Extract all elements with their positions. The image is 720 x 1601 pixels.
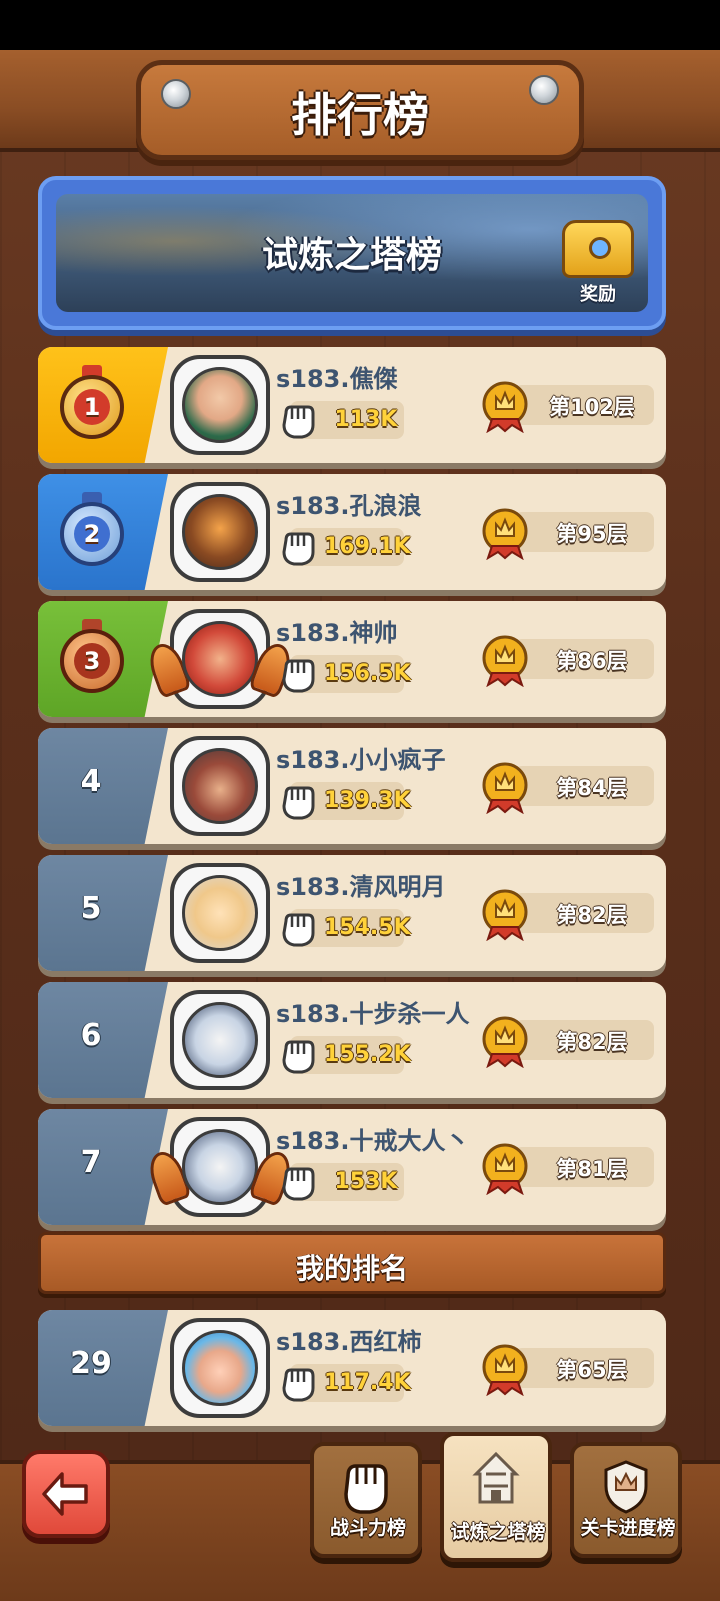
rank-number: 1 [74, 389, 110, 425]
avatar-portrait [182, 1129, 258, 1205]
status-bar [0, 0, 720, 50]
power-value: 154.5K [324, 915, 411, 940]
tab-label: 关卡进度榜 [580, 1517, 676, 1539]
bronze-medal-icon: 3 [56, 619, 128, 699]
power-value: 153K [334, 1169, 398, 1194]
reward-label: 奖励 [580, 284, 616, 305]
back-button[interactable] [22, 1450, 110, 1538]
leaderboard-row[interactable]: 5 s183.清风明月 154.5K 第82层 [38, 855, 666, 971]
floor-value: 第65层 [556, 1358, 628, 1382]
floor-value: 第81层 [556, 1157, 628, 1181]
avatar[interactable] [170, 609, 270, 709]
page-title: 排行榜 [291, 88, 429, 142]
fist-icon [282, 913, 315, 947]
rank-number: 3 [74, 643, 110, 679]
medal-disc: 2 [60, 502, 124, 566]
floor-value: 第102层 [549, 395, 635, 419]
floor-value: 第86层 [556, 649, 628, 673]
leaderboard-row[interactable]: 1 s183.僬傑 113K 第102层 [38, 347, 666, 463]
rank-number: 29 [70, 1346, 112, 1381]
tab-label: 战斗力榜 [329, 1517, 406, 1539]
avatar-portrait [182, 875, 258, 951]
tower-badge-icon [482, 635, 528, 687]
rank-number: 2 [74, 516, 110, 552]
avatar-portrait [182, 621, 258, 697]
avatar[interactable] [170, 863, 270, 963]
shield-icon [604, 1460, 648, 1514]
fist-icon [282, 1167, 315, 1201]
leaderboard-row[interactable]: 2 s183.孔浪浪 169.1K 第95层 [38, 474, 666, 590]
tower-icon [472, 1451, 520, 1504]
fist-icon [344, 1464, 388, 1514]
floor-value: 第82层 [556, 903, 628, 927]
my-rank-row[interactable]: 29 s183.西红柿 117.4K 第65层 [38, 1310, 666, 1426]
avatar[interactable] [170, 1117, 270, 1217]
rank-number: 6 [80, 1018, 102, 1053]
leaderboard-row[interactable]: 7 s183.十戒大人丶 153K 第81层 [38, 1109, 666, 1225]
floor-value: 第95层 [556, 522, 628, 546]
gold-medal-icon: 1 [56, 365, 128, 445]
chest-lock [589, 237, 611, 259]
leaderboard-row[interactable]: 3 s183.神帅 156.5K 第86层 [38, 601, 666, 717]
tower-badge-icon [482, 1016, 528, 1068]
power-value: 113K [334, 407, 398, 432]
floor-value: 第84层 [556, 776, 628, 800]
tab-label: 试炼之塔榜 [450, 1521, 546, 1543]
power-value: 155.2K [324, 1042, 411, 1067]
title-sign: 排行榜 [136, 60, 584, 160]
tower-badge-icon [482, 762, 528, 814]
avatar-portrait [182, 1002, 258, 1078]
avatar[interactable] [170, 355, 270, 455]
avatar-portrait [182, 748, 258, 824]
fist-icon [282, 786, 315, 820]
medal-disc: 3 [60, 629, 124, 693]
leaderboard-row[interactable]: 4 s183.小小疯子 139.3K 第84层 [38, 728, 666, 844]
floor-value: 第82层 [556, 1030, 628, 1054]
rank-number: 4 [80, 764, 102, 799]
fist-icon [282, 532, 315, 566]
power-value: 156.5K [324, 661, 411, 686]
tower-badge-icon [482, 381, 528, 433]
avatar[interactable] [170, 736, 270, 836]
fist-icon [282, 659, 315, 693]
tower-badge-icon [482, 1143, 528, 1195]
rank-number: 5 [80, 891, 102, 926]
tab-power-ranking[interactable]: 战斗力榜 [310, 1442, 422, 1558]
power-value: 139.3K [324, 788, 411, 813]
tower-badge-icon [482, 1344, 528, 1396]
reward-button[interactable]: 奖励 [556, 218, 640, 310]
tab-tower-ranking[interactable]: 试炼之塔榜 [440, 1432, 552, 1562]
fist-icon [282, 405, 315, 439]
tower-badge-icon [482, 508, 528, 560]
avatar[interactable] [170, 990, 270, 1090]
silver-medal-icon: 2 [56, 492, 128, 572]
my-rank-label: 我的排名 [295, 1252, 408, 1285]
avatar-portrait [182, 1330, 258, 1406]
my-rank-header: 我的排名 [38, 1232, 666, 1294]
avatar[interactable] [170, 482, 270, 582]
fist-icon [282, 1368, 315, 1402]
rank-number: 7 [80, 1145, 102, 1180]
chest-icon [562, 220, 634, 278]
avatar-portrait [182, 367, 258, 443]
medal-disc: 1 [60, 375, 124, 439]
leaderboard-row[interactable]: 6 s183.十步杀一人 155.2K 第82层 [38, 982, 666, 1098]
tower-badge-icon [482, 889, 528, 941]
avatar-portrait [182, 494, 258, 570]
back-arrow-icon [42, 1472, 88, 1516]
power-value: 169.1K [324, 534, 411, 559]
power-value: 117.4K [324, 1370, 411, 1395]
avatar[interactable] [170, 1318, 270, 1418]
tab-stage-progress-ranking[interactable]: 关卡进度榜 [570, 1442, 682, 1558]
fist-icon [282, 1040, 315, 1074]
